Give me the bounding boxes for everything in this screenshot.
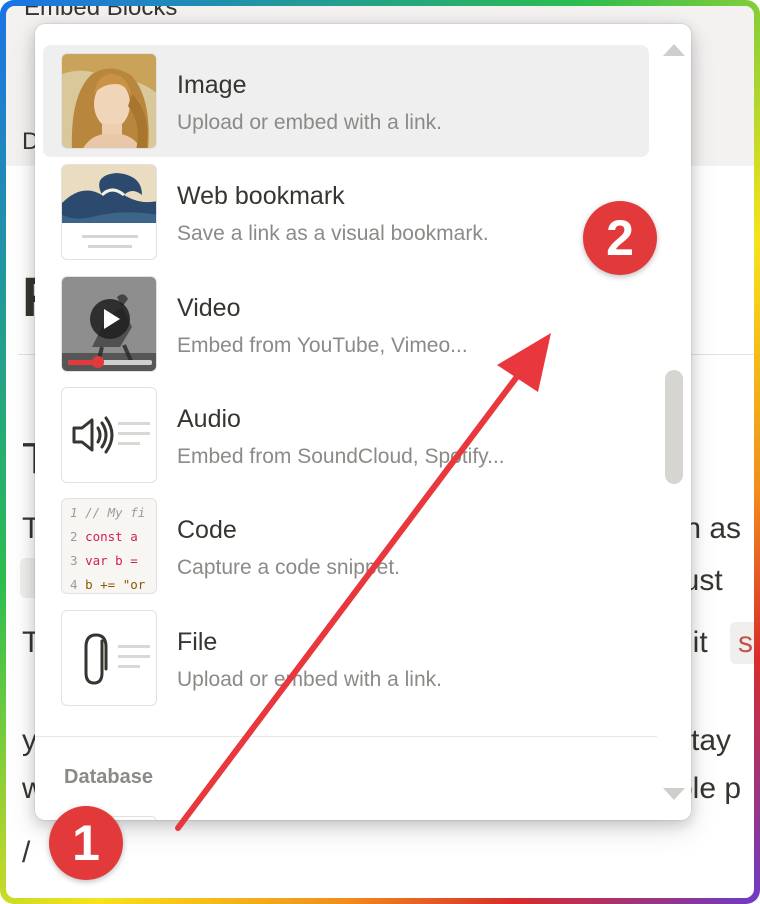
step-badge-1: 1 bbox=[49, 806, 123, 880]
step-badge-2: 2 bbox=[583, 201, 657, 275]
annotation-arrow bbox=[175, 333, 551, 831]
